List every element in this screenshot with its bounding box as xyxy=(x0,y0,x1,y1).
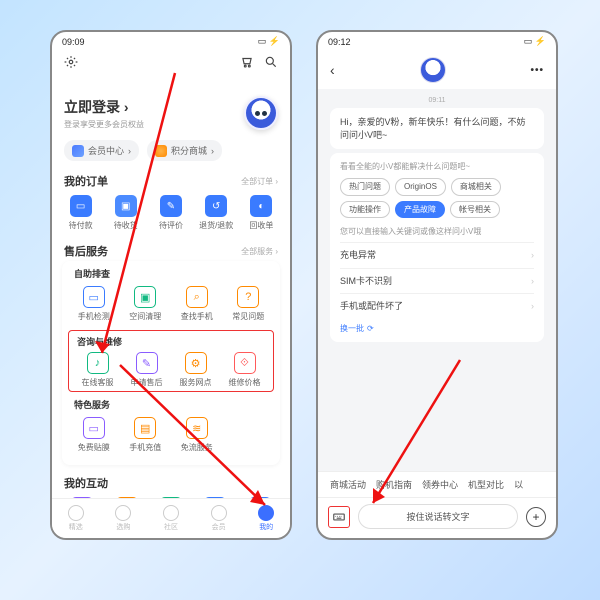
back-icon[interactable]: ‹ xyxy=(330,62,335,78)
points-icon xyxy=(155,145,167,157)
chat-timestamp: 09:11 xyxy=(318,97,556,104)
member-center-pill[interactable]: 会员中心 › xyxy=(64,140,139,161)
status-bar: 09:09 ▭ ⚡ xyxy=(52,32,290,51)
service-card: 自助排查 ▭手机检测 ▣空间清理 ⌕查找手机 ?常见问题 咨询与维修 ♪在线客服… xyxy=(62,261,280,465)
interact-title: 我的互动 xyxy=(64,475,108,491)
q-charge[interactable]: 充电异常› xyxy=(340,242,534,268)
refresh-batch[interactable]: 换一批 ⟳ xyxy=(340,323,374,334)
member-icon xyxy=(72,145,84,157)
orders-title: 我的订单 xyxy=(64,173,108,189)
greeting-bubble: Hi，亲爱的V粉，新年快乐！有什么问题，不妨问问小V吧~ xyxy=(330,108,544,149)
service-point[interactable]: ⚙服务网点 xyxy=(173,352,218,388)
special-title: 特色服务 xyxy=(62,394,280,413)
bchip-coupon[interactable]: 领券中心 xyxy=(422,478,458,491)
phone-check[interactable]: ▭手机检测 xyxy=(70,286,118,322)
tab-mine[interactable]: 我的 xyxy=(242,499,290,538)
chat-body: 09:11 Hi，亲爱的V粉，新年快乐！有什么问题，不妨问问小V吧~ 看看全能的… xyxy=(318,89,556,471)
chat-avatar[interactable] xyxy=(420,57,446,83)
panel-title: 看看全能的小V都能解决什么问题吧~ xyxy=(340,161,534,172)
orders-more[interactable]: 全部订单 › xyxy=(241,176,278,187)
more-icon[interactable]: ••• xyxy=(530,65,544,76)
scroll-area: 立即登录 › 登录享受更多会员权益 会员中心 › 积分商城 › 我的订单 全部订… xyxy=(52,94,290,498)
space-clean[interactable]: ▣空间清理 xyxy=(122,286,170,322)
greeting-text: Hi，亲爱的V粉，新年快乐！有什么问题，不妨问问小V吧~ xyxy=(340,117,526,140)
pill-row: 会员中心 › 积分商城 › xyxy=(52,136,290,169)
consult-title: 咨询与维修 xyxy=(71,333,271,350)
online-service[interactable]: ♪在线客服 xyxy=(75,352,120,388)
cart-icon[interactable] xyxy=(240,55,254,69)
service-title: 售后服务 xyxy=(64,243,108,259)
find-phone[interactable]: ⌕查找手机 xyxy=(173,286,221,322)
consult-highlight: 咨询与维修 ♪在线客服 ✎申请售后 ⚙服务网点 ⟐维修价格 xyxy=(68,330,274,392)
avatar[interactable] xyxy=(244,96,278,130)
login-row[interactable]: 立即登录 › 登录享受更多会员权益 xyxy=(52,94,290,136)
status-icons-r: ▭ ⚡ xyxy=(524,36,546,47)
apply-after[interactable]: ✎申请售后 xyxy=(124,352,169,388)
chip-fault[interactable]: 产品故障 xyxy=(395,201,445,218)
status-time-r: 09:12 xyxy=(328,37,351,47)
q-broken[interactable]: 手机或配件坏了› xyxy=(340,293,534,319)
selfcheck-title: 自助排查 xyxy=(62,263,280,282)
status-bar-r: 09:12 ▭ ⚡ xyxy=(318,32,556,51)
chip-mall[interactable]: 商城相关 xyxy=(451,178,501,195)
tab-shop[interactable]: 选购 xyxy=(100,499,148,538)
login-title: 立即登录 › xyxy=(64,97,144,117)
chip-func[interactable]: 功能操作 xyxy=(340,201,390,218)
chip-account[interactable]: 帐号相关 xyxy=(450,201,500,218)
order-recycle[interactable]: ◐回收单 xyxy=(241,195,282,231)
orders-header: 我的订单 全部订单 › xyxy=(52,169,290,191)
header-row xyxy=(52,51,290,73)
repair-price[interactable]: ⟐维修价格 xyxy=(222,352,267,388)
bchip-activity[interactable]: 商城活动 xyxy=(330,478,366,491)
points-mall-pill[interactable]: 积分商城 › xyxy=(147,140,222,161)
interact-header: 我的互动 xyxy=(52,471,290,493)
free-data[interactable]: ≋免流服务 xyxy=(173,417,221,453)
input-row: 按住说话转文字 + xyxy=(318,497,556,537)
panel-bubble: 看看全能的小V都能解决什么问题吧~ 热门问题 OriginOS 商城相关 功能操… xyxy=(330,153,544,342)
tab-featured[interactable]: 精选 xyxy=(52,499,100,538)
question-hint: 您可以直接输入关键词或像这样问小V哦 xyxy=(340,226,534,237)
login-sub: 登录享受更多会员权益 xyxy=(64,119,144,130)
status-icons: ▭ ⚡ xyxy=(258,36,280,47)
category-chips: 热门问题 OriginOS 商城相关 功能操作 产品故障 帐号相关 xyxy=(340,178,534,217)
tab-community[interactable]: 社区 xyxy=(147,499,195,538)
orders-grid: ▭待付款 ▣待收货 ✎待评价 ↺退货/退款 ◐回收单 xyxy=(52,191,290,239)
status-time: 09:09 xyxy=(62,37,85,47)
recharge[interactable]: ▤手机充值 xyxy=(122,417,170,453)
bchip-more[interactable]: 以 xyxy=(514,478,523,491)
plus-icon[interactable]: + xyxy=(526,507,546,527)
order-pay[interactable]: ▭待付款 xyxy=(60,195,101,231)
search-icon[interactable] xyxy=(264,55,278,69)
chip-hot[interactable]: 热门问题 xyxy=(340,178,390,195)
order-refund[interactable]: ↺退货/退款 xyxy=(196,195,237,231)
bchip-guide[interactable]: 购机指南 xyxy=(376,478,412,491)
service-header: 售后服务 全部服务 › xyxy=(52,239,290,261)
bchip-compare[interactable]: 机型对比 xyxy=(468,478,504,491)
phone-left: 09:09 ▭ ⚡ 立即登录 › 登录享受更多会员权益 会员中心 › 积分商城 … xyxy=(50,30,292,540)
settings-icon[interactable] xyxy=(64,55,78,69)
tab-member[interactable]: 会员 xyxy=(195,499,243,538)
service-more[interactable]: 全部服务 › xyxy=(241,246,278,257)
bottom-chip-scroll[interactable]: 商城活动 购机指南 领券中心 机型对比 以 xyxy=(318,471,556,497)
tabbar: 精选 选购 社区 会员 我的 xyxy=(52,498,290,538)
chat-header: ‹ ••• xyxy=(318,51,556,89)
phone-right: 09:12 ▭ ⚡ ‹ ••• 09:11 Hi，亲爱的V粉，新年快乐！有什么问… xyxy=(316,30,558,540)
keyboard-icon[interactable] xyxy=(328,506,350,528)
voice-button[interactable]: 按住说话转文字 xyxy=(358,504,518,529)
q-sim[interactable]: SIM卡不识别› xyxy=(340,268,534,294)
faq[interactable]: ?常见问题 xyxy=(225,286,273,322)
chip-origin[interactable]: OriginOS xyxy=(395,178,446,195)
order-review[interactable]: ✎待评价 xyxy=(150,195,191,231)
order-ship[interactable]: ▣待收货 xyxy=(105,195,146,231)
free-film[interactable]: ▭免费贴膜 xyxy=(70,417,118,453)
